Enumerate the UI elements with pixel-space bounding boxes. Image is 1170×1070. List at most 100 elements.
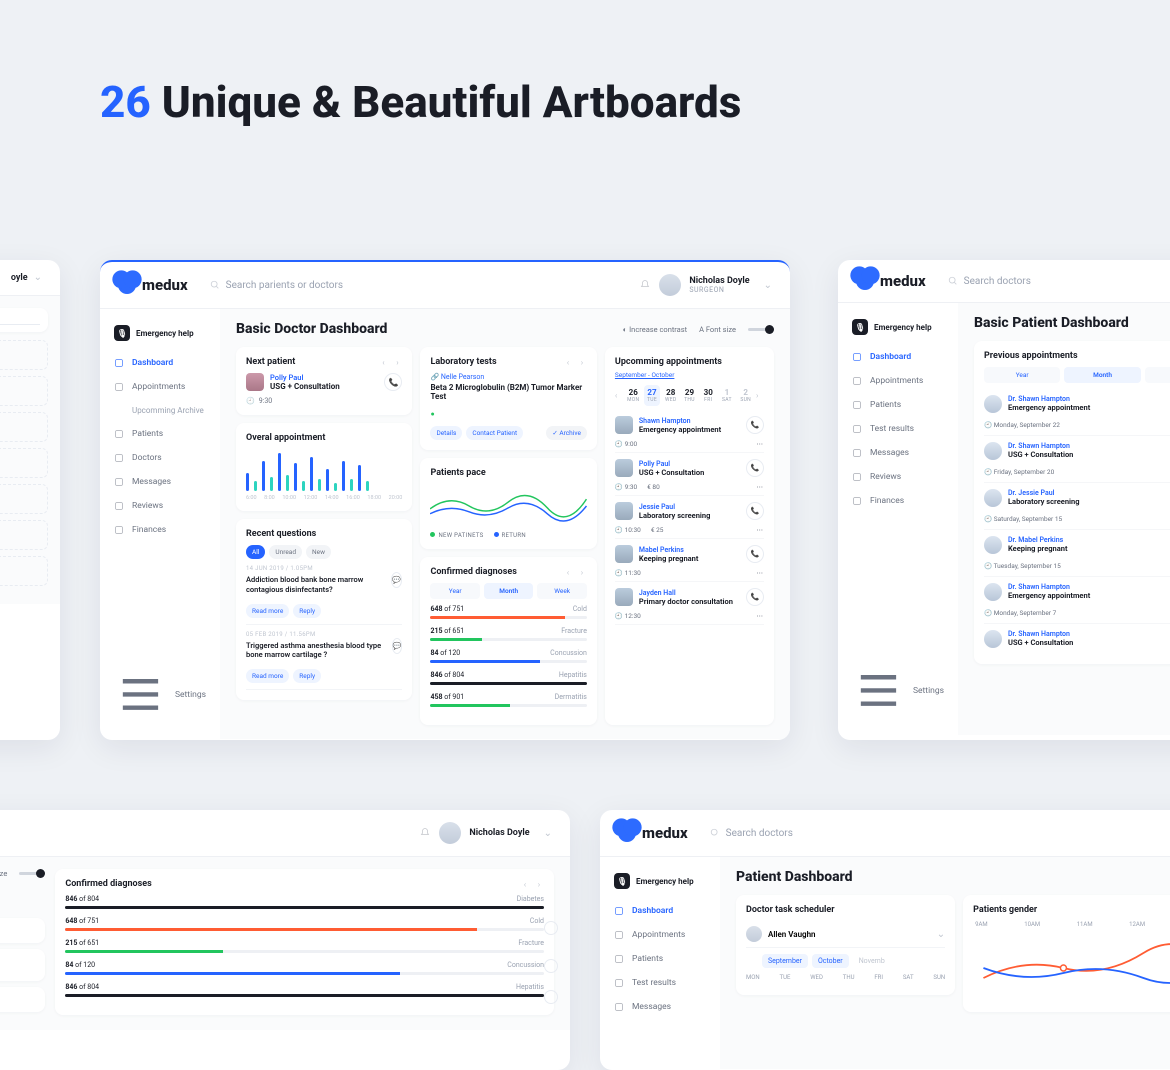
sidebar-item[interactable]: Dashboard <box>100 351 220 375</box>
calendar-day[interactable]: 27TUE <box>644 385 661 406</box>
avatar <box>615 545 633 563</box>
call-button[interactable]: 📞 <box>746 588 764 606</box>
sidebar-item[interactable]: Upcomming Archive <box>100 399 220 422</box>
chevron-left-icon[interactable]: ‹ <box>563 567 573 577</box>
filter-chip[interactable]: New <box>306 545 331 559</box>
artboard-patient-dashboard-basic: medux Search doctors 🎙Emergency help Das… <box>838 260 1170 740</box>
contrast-toggle[interactable]: ◐ Increase contrast <box>623 325 687 334</box>
avatar <box>246 373 264 391</box>
card-previous-appointments: Previous appointments YearMonthWeek Dr. … <box>974 341 1170 664</box>
chat-icon[interactable]: 💬 <box>392 638 403 654</box>
sidebar-item[interactable]: Patients <box>600 947 720 971</box>
avatar <box>615 416 633 434</box>
emergency-button[interactable]: 🎙Emergency help <box>838 313 958 345</box>
card-upcoming: Upcomming appointments September - Octob… <box>605 347 774 725</box>
heart-icon <box>114 272 139 297</box>
sliders-icon <box>114 668 167 721</box>
card-next-patient: Next patient‹› Polly PaulUSG + Consultat… <box>236 347 412 415</box>
sidebar-item[interactable]: Test results <box>600 971 720 995</box>
search-icon <box>210 280 220 290</box>
avatar <box>615 459 633 477</box>
avatar <box>659 274 681 296</box>
search-input[interactable]: Search doctors <box>710 828 1170 839</box>
sidebar-item[interactable]: Appointments <box>838 369 958 393</box>
pace-chart <box>430 484 586 524</box>
calendar-day[interactable]: 2SUN <box>737 385 754 406</box>
artboard-sliver-left: oyle ⌄ <box>0 260 60 740</box>
sidebar-item[interactable]: Reviews <box>100 494 220 518</box>
search-input[interactable]: Search doctors <box>948 276 1170 287</box>
user-pill: oyle <box>11 273 28 283</box>
gender-chart <box>973 928 1170 998</box>
chevron-left-icon[interactable]: ‹ <box>563 357 573 367</box>
sidebar-item[interactable]: Dashboard <box>600 899 720 923</box>
sidebar-item[interactable]: Appointments <box>100 375 220 399</box>
font-size-label: A Font size <box>699 325 736 334</box>
bell-icon[interactable] <box>419 827 431 839</box>
artboard-patient-dashboard: medux Search doctors S 🎙Emergency help D… <box>600 810 1170 1070</box>
card-overal-appointment: Overal appointment 6:008:0010:0012:0014:… <box>236 423 412 511</box>
call-button[interactable]: 📞 <box>384 373 402 391</box>
calendar-day[interactable]: 28WED <box>662 385 679 406</box>
patient-link[interactable]: 🔗 Nelle Pearson <box>430 373 586 381</box>
sidebar-item[interactable]: Finances <box>100 518 220 542</box>
chevron-right-icon[interactable]: › <box>577 357 587 367</box>
calendar-day[interactable]: 26MON <box>625 385 642 406</box>
card-patients-pace: Patients pace NEW PATINETSRETURN <box>420 458 596 549</box>
chip-contact[interactable]: Contact Patient <box>466 426 523 440</box>
emergency-button[interactable]: 🎙Emergency help <box>600 867 720 899</box>
sidebar-item[interactable]: Patients <box>838 393 958 417</box>
chevron-left-icon[interactable]: ‹ <box>378 357 388 367</box>
sidebar-item[interactable]: Finances <box>838 489 958 513</box>
artboard-doctor-dashboard: medux Search parients or doctors Nichola… <box>100 260 790 740</box>
chip-archive[interactable]: ✓ Archive <box>546 426 587 440</box>
sidebar-item[interactable]: Dashboard <box>838 345 958 369</box>
chevron-right-icon[interactable]: › <box>392 357 402 367</box>
sidebar-item[interactable]: Patients <box>100 422 220 446</box>
sidebar-item[interactable]: Doctors <box>100 446 220 470</box>
sidebar-item[interactable]: Appointments <box>600 923 720 947</box>
card-recent-questions: Recent questions AllUnreadNew 14 JUN 201… <box>236 519 412 700</box>
avatar <box>615 588 633 606</box>
bell-icon[interactable] <box>639 279 651 291</box>
chevron-down-icon[interactable]: ⌄ <box>937 929 945 940</box>
emergency-button[interactable]: 🎙Emergency help <box>100 319 220 351</box>
calendar-day[interactable]: 29THU <box>681 385 698 406</box>
sidebar-settings[interactable]: Settings <box>838 656 958 725</box>
user-pill[interactable]: Nicholas DoyleSURGEON ⌄ <box>659 274 772 296</box>
sidebar-item[interactable]: Messages <box>838 441 958 465</box>
sidebar-item[interactable]: Messages <box>100 470 220 494</box>
card-confirmed-diagnoses: Confirmed diagnoses‹› 846 of 804Diabetes… <box>55 869 554 1015</box>
sidebar-item[interactable]: Messages <box>600 995 720 1019</box>
chevron-down-icon[interactable]: ⌄ <box>764 280 772 291</box>
clock-icon: 🕘 <box>246 397 255 405</box>
artboard-confirmed-diagnoses: Search parients or doctors Nicholas Doyl… <box>0 810 570 1070</box>
user-pill[interactable]: Nicholas Doyle⌄ <box>439 822 552 844</box>
sidebar: 🎙Emergency help DashboardAppointmentsUpc… <box>100 309 220 739</box>
chat-icon[interactable]: 💬 <box>391 572 402 588</box>
call-button[interactable]: 📞 <box>746 545 764 563</box>
page-title: Basic Doctor Dashboard <box>236 321 387 337</box>
month-range-link[interactable]: September - October <box>615 371 764 379</box>
calendar-day[interactable]: 1SAT <box>719 385 736 406</box>
font-size-slider[interactable] <box>748 328 774 331</box>
headline: 26 Unique & Beautiful Artboards <box>100 75 741 130</box>
mic-icon: 🎙 <box>114 325 130 341</box>
call-button[interactable]: 📞 <box>746 502 764 520</box>
chevron-right-icon[interactable]: › <box>577 567 587 577</box>
call-button[interactable]: 📞 <box>746 416 764 434</box>
avatar <box>615 502 633 520</box>
brand: medux <box>118 276 188 294</box>
sidebar-item[interactable]: Test results <box>838 417 958 441</box>
card-patients-gender: Patients gender 9AM10AM11AM12AM1PM2PM3PM <box>963 895 1170 1012</box>
filter-chip[interactable]: Unread <box>269 545 302 559</box>
calendar-day[interactable]: 30FRI <box>700 385 717 406</box>
chip-details[interactable]: Details <box>430 426 462 440</box>
card-confirmed-diagnoses: Confirmed diagnoses‹› YearMonthWeek 648 … <box>420 557 596 725</box>
sidebar-item[interactable]: Reviews <box>838 465 958 489</box>
filter-chip[interactable]: All <box>246 545 265 559</box>
call-button[interactable]: 📞 <box>746 459 764 477</box>
chevron-down-icon[interactable]: ⌄ <box>34 272 42 283</box>
search-input[interactable]: Search parients or doctors <box>210 280 640 291</box>
sidebar-settings[interactable]: Settings <box>100 660 220 729</box>
